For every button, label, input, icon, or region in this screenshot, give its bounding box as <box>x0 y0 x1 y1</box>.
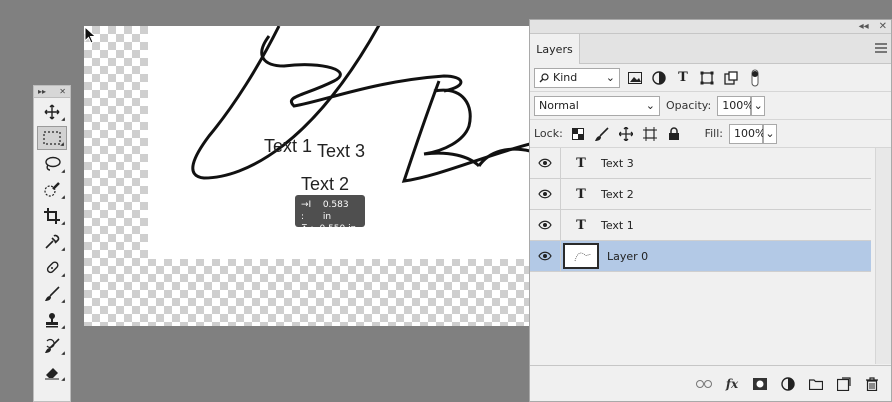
layer-name[interactable]: Layer 0 <box>607 250 648 263</box>
close-panel-icon[interactable]: ✕ <box>879 21 887 32</box>
move-icon <box>44 104 60 120</box>
move-tool[interactable] <box>37 100 67 124</box>
lock-image-pixels-icon[interactable] <box>593 125 611 143</box>
visibility-eye-icon[interactable] <box>530 158 560 168</box>
layers-panel: ◂◂ ✕ Layers Kind ⌄ T Normal ⌄ Opacity: 1… <box>529 19 892 402</box>
add-mask-icon[interactable] <box>751 375 769 393</box>
chevron-down-icon: ⌄ <box>645 99 655 112</box>
brush-tool[interactable] <box>37 282 67 306</box>
text-layer-icon: T <box>576 155 586 171</box>
layers-scrollbar[interactable] <box>875 148 891 364</box>
panel-tabs: Layers <box>530 34 891 64</box>
lock-row: Lock: Fill: 100% ⌄ <box>530 120 891 148</box>
layers-list: T Text 3 T Text 2 T Text 1 Layer 0 <box>530 147 891 364</box>
toolbar-header[interactable]: ▸▸ ✕ <box>34 86 70 98</box>
panel-footer: fx <box>530 365 891 401</box>
mouse-pointer-icon <box>84 26 97 44</box>
transform-tooltip: →I : 0.583 in ⊼ : 0.550 in <box>295 195 365 234</box>
lock-position-icon[interactable] <box>617 125 635 143</box>
bandage-icon <box>46 261 59 274</box>
eyedropper-icon <box>45 234 60 249</box>
clone-stamp-tool[interactable] <box>37 308 67 332</box>
opacity-chevron-icon[interactable]: ⌄ <box>751 95 766 116</box>
lock-transparent-pixels-icon[interactable] <box>569 125 587 143</box>
canvas-text-2[interactable]: Text 2 <box>301 174 349 195</box>
new-layer-icon[interactable] <box>835 375 853 393</box>
panel-header[interactable]: ◂◂ ✕ <box>530 20 891 34</box>
link-layers-icon[interactable] <box>695 375 713 393</box>
visibility-eye-icon[interactable] <box>530 251 560 261</box>
canvas-text-1[interactable]: Text 1 <box>264 136 312 157</box>
blend-mode-dropdown[interactable]: Normal ⌄ <box>534 95 660 116</box>
chevron-down-icon: ⌄ <box>605 71 615 84</box>
lasso-tool[interactable] <box>37 152 67 176</box>
marquee-icon <box>43 131 61 145</box>
filter-kind-value: Kind <box>553 71 578 84</box>
quick-selection-tool[interactable] <box>37 178 67 202</box>
opacity-input[interactable]: 100% <box>717 95 754 116</box>
history-brush-tool[interactable] <box>37 334 67 358</box>
blend-mode-value: Normal <box>539 99 579 112</box>
layer-row-text-2[interactable]: T Text 2 <box>530 178 871 210</box>
filter-row: Kind ⌄ T <box>530 64 891 92</box>
blend-row: Normal ⌄ Opacity: 100% ⌄ <box>530 92 891 120</box>
text-layer-icon: T <box>576 217 586 233</box>
layer-thumbnail[interactable] <box>563 243 599 269</box>
canvas-text-3[interactable]: Text 3 <box>317 141 365 162</box>
tooltip-x-value: 0.583 in <box>322 200 349 222</box>
crop-icon <box>44 208 60 224</box>
collapse-icon[interactable]: ▸▸ <box>38 87 46 96</box>
lasso-icon <box>45 156 61 171</box>
tooltip-x-label: →I : <box>301 200 312 222</box>
fill-input[interactable]: 100% <box>729 123 765 144</box>
opacity-label: Opacity: <box>666 99 712 112</box>
tooltip-y-label: ⊼ : <box>301 224 314 234</box>
filter-type-layers-icon[interactable]: T <box>674 69 692 87</box>
crop-tool[interactable] <box>37 204 67 228</box>
search-icon <box>539 72 549 82</box>
eyedropper-tool[interactable] <box>37 230 67 254</box>
panel-menu-icon[interactable] <box>875 43 887 53</box>
tooltip-y-value: 0.550 in <box>319 224 357 234</box>
layer-row-text-3[interactable]: T Text 3 <box>530 147 871 179</box>
lock-all-icon[interactable] <box>665 125 683 143</box>
text-layer-icon: T <box>576 186 586 202</box>
spot-healing-brush-tool[interactable] <box>37 256 67 280</box>
filter-pixel-layers-icon[interactable] <box>626 69 644 87</box>
fill-label: Fill: <box>704 127 723 140</box>
layer-style-fx-icon[interactable]: fx <box>723 375 741 393</box>
document-canvas[interactable]: Text 1 Text 3 Text 2 →I : 0.583 in ⊼ : 0.5… <box>84 26 530 326</box>
filter-adjustment-layers-icon[interactable] <box>650 69 668 87</box>
layer-row-text-1[interactable]: T Text 1 <box>530 209 871 241</box>
filter-smart-objects-icon[interactable] <box>722 69 740 87</box>
layer-name[interactable]: Text 3 <box>601 157 634 170</box>
quick-selection-icon <box>44 182 60 197</box>
visibility-eye-icon[interactable] <box>530 189 560 199</box>
new-group-folder-icon[interactable] <box>807 375 825 393</box>
delete-layer-trash-icon[interactable] <box>863 375 881 393</box>
tab-layers[interactable]: Layers <box>530 34 580 64</box>
filter-toggle-icon[interactable] <box>746 69 764 87</box>
eraser-icon <box>45 368 59 380</box>
layer-name[interactable]: Text 2 <box>601 188 634 201</box>
rectangular-marquee-tool[interactable] <box>37 126 67 150</box>
visibility-eye-icon[interactable] <box>530 220 560 230</box>
layer-row-layer-0[interactable]: Layer 0 <box>530 240 871 272</box>
adjustment-layer-icon[interactable] <box>779 375 797 393</box>
collapse-panel-icon[interactable]: ◂◂ <box>859 21 869 32</box>
layer-name[interactable]: Text 1 <box>601 219 634 232</box>
brush-icon <box>45 286 60 301</box>
filter-shape-layers-icon[interactable] <box>698 69 716 87</box>
filter-kind-dropdown[interactable]: Kind ⌄ <box>534 67 620 88</box>
eraser-tool[interactable] <box>37 360 67 384</box>
lock-artboard-icon[interactable] <box>641 125 659 143</box>
tools-panel: ▸▸ ✕ <box>33 85 71 402</box>
lock-label: Lock: <box>534 127 563 140</box>
close-icon[interactable]: ✕ <box>59 87 66 96</box>
stamp-icon <box>46 313 58 328</box>
history-brush-icon <box>45 338 60 353</box>
fill-chevron-icon[interactable]: ⌄ <box>763 123 777 144</box>
